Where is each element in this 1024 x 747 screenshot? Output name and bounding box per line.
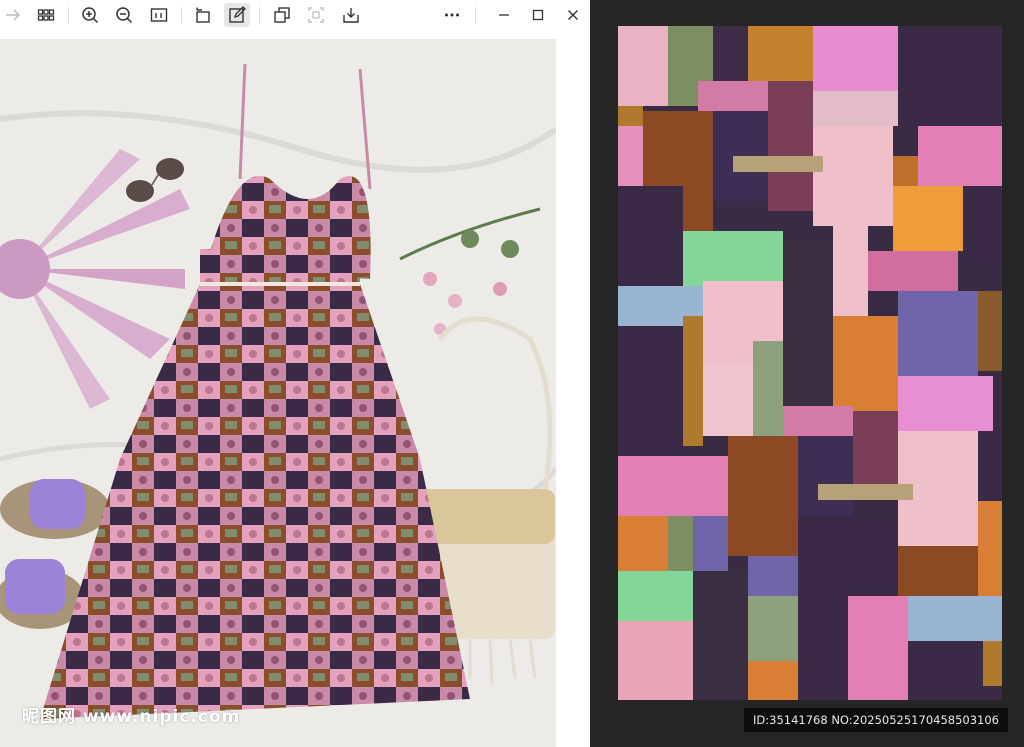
copy-icon (274, 7, 290, 23)
actual-size-button[interactable] (146, 3, 172, 27)
watermark-text: 昵图网 www.nipic.com (22, 707, 241, 727)
zoom-in-button[interactable] (77, 3, 103, 27)
crop-button[interactable] (303, 3, 329, 27)
rotate-button[interactable] (190, 3, 216, 27)
more-button[interactable] (439, 3, 465, 27)
minimize-button[interactable] (491, 3, 517, 27)
edit-button[interactable] (224, 3, 250, 27)
grid-view-button[interactable] (33, 3, 59, 27)
dress-product-photo[interactable]: 昵图网 www.nipic.com (0, 39, 556, 747)
toolbar-divider (259, 7, 260, 23)
minimize-icon (499, 14, 509, 16)
toolbar-divider (181, 7, 182, 23)
grid-icon (37, 9, 55, 21)
arrow-right-icon (6, 9, 21, 21)
pattern-preview-pane: ID:35141768 NO:20250525170458503106 (590, 0, 1024, 747)
rotate-icon (196, 7, 210, 23)
toolbar-divider (475, 7, 476, 23)
maximize-icon (532, 9, 544, 21)
image-id-caption: ID:35141768 NO:20250525170458503106 (744, 708, 1008, 732)
patchwork-illustration (618, 26, 1002, 700)
save-button[interactable] (338, 3, 364, 27)
zoom-out-button[interactable] (111, 3, 137, 27)
crop-icon (308, 7, 324, 23)
zoom-in-icon (82, 7, 99, 24)
image-viewer-pane: 昵图网 www.nipic.com (0, 30, 590, 747)
toolbar-divider (68, 7, 69, 23)
zoom-out-icon (116, 7, 133, 24)
fit-icon (150, 8, 168, 22)
copy-button[interactable] (269, 3, 295, 27)
close-icon (568, 10, 578, 20)
close-button[interactable] (560, 3, 586, 27)
maximize-button[interactable] (525, 3, 551, 27)
viewer-toolbar (0, 0, 590, 30)
patchwork-pattern-image[interactable] (618, 26, 1002, 700)
edit-icon (229, 6, 246, 23)
download-icon (343, 8, 359, 23)
dress-photo-illustration (0, 39, 556, 747)
more-icon (445, 13, 459, 17)
forward-button[interactable] (0, 3, 26, 27)
